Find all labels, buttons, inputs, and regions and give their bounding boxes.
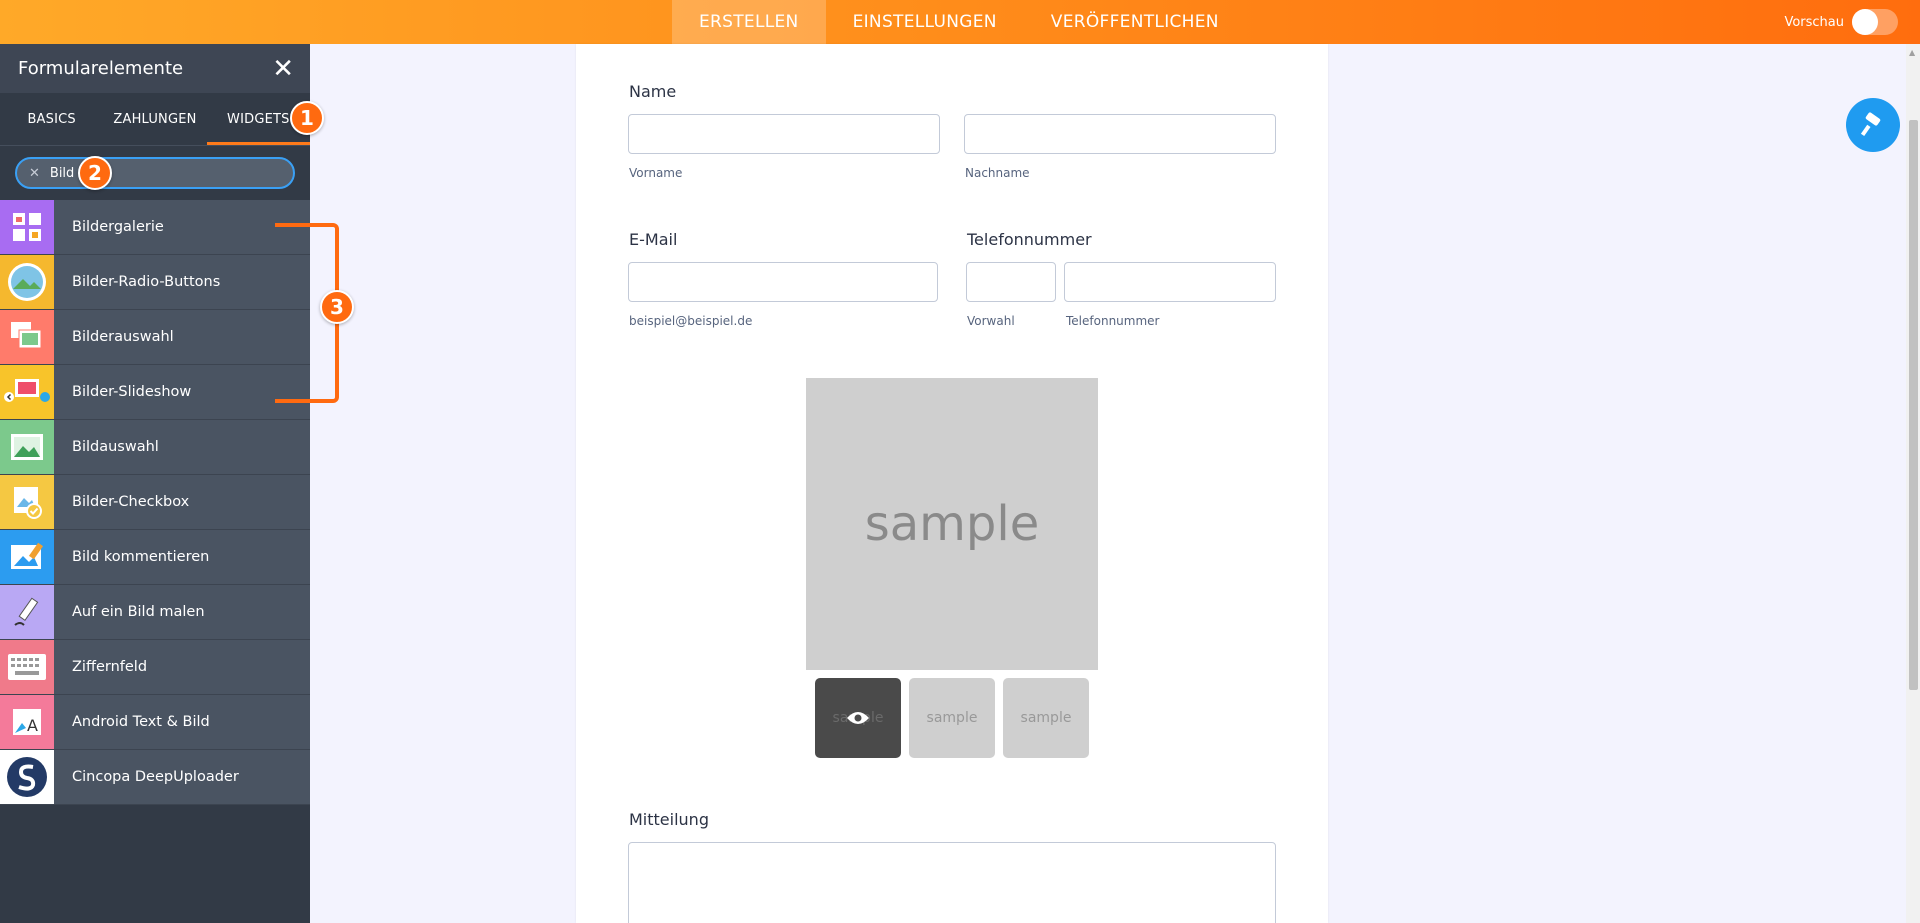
form-elements-sidebar: Formularelemente ✕ BASICS ZAHLUNGEN WIDG… [0, 44, 310, 923]
preview-control: Vorschau [1784, 0, 1898, 44]
annotation-badge-2: 2 [78, 156, 112, 190]
eye-icon [847, 712, 869, 724]
image-checkbox-icon [0, 475, 54, 529]
image-gallery-icon [0, 200, 54, 254]
list-item-label: Bilder-Checkbox [72, 494, 190, 510]
list-item-bildergalerie[interactable]: Bildergalerie [0, 200, 310, 255]
gallery-thumb-3[interactable]: sample [1003, 678, 1089, 758]
toggle-knob [1852, 9, 1878, 35]
list-item-bilder-checkbox[interactable]: Bilder-Checkbox [0, 475, 310, 530]
first-name-sublabel: Vorname [629, 166, 683, 180]
gallery-thumb-1[interactable]: sample [815, 678, 901, 758]
form-canvas: Name Vorname Nachname E-Mail beispiel@be… [576, 44, 1328, 923]
message-textarea[interactable] [628, 842, 1276, 923]
annotation-badge-1: 1 [290, 101, 324, 135]
list-item-android-text-bild[interactable]: A Android Text & Bild [0, 695, 310, 750]
list-item-bilder-radio-buttons[interactable]: Bilder-Radio-Buttons [0, 255, 310, 310]
image-slideshow-icon [0, 365, 54, 419]
list-item-label: Auf ein Bild malen [72, 604, 205, 620]
annotate-image-icon [0, 530, 54, 584]
list-item-label: Android Text & Bild [72, 714, 210, 730]
email-label: E-Mail [629, 230, 678, 249]
keypad-icon [0, 640, 54, 694]
list-item-cincopa-deepuploader[interactable]: Cincopa DeepUploader [0, 750, 310, 805]
widget-list: Bildergalerie Bilder-Radio-Buttons Bilde… [0, 200, 310, 805]
form-designer-button[interactable] [1846, 98, 1900, 152]
phone-label: Telefonnummer [967, 230, 1092, 249]
thumb-text: sample [1020, 710, 1072, 726]
tab-zahlungen[interactable]: ZAHLUNGEN [103, 93, 206, 145]
draw-on-image-icon [0, 585, 54, 639]
svg-text:A: A [27, 716, 38, 735]
sidebar-header: Formularelemente ✕ [0, 44, 310, 93]
email-sublabel: beispiel@beispiel.de [629, 314, 753, 328]
android-text-image-icon: A [0, 695, 54, 749]
clear-search-icon[interactable]: ✕ [29, 166, 40, 181]
thumb-text: sample [926, 710, 978, 726]
sidebar-tabs: BASICS ZAHLUNGEN WIDGETS [0, 93, 310, 146]
list-item-bilderauswahl[interactable]: Bilderauswahl [0, 310, 310, 365]
tab-basics[interactable]: BASICS [0, 93, 103, 145]
list-item-label: Cincopa DeepUploader [72, 769, 239, 785]
search-box: ✕ [15, 157, 295, 189]
tab-erstellen[interactable]: ERSTELLEN [672, 0, 826, 44]
image-choice-icon [0, 310, 54, 364]
list-item-bildauswahl[interactable]: Bildauswahl [0, 420, 310, 475]
tab-veroeffentlichen[interactable]: VERÖFFENTLICHEN [1024, 0, 1246, 44]
sidebar-title: Formularelemente [18, 58, 184, 79]
first-name-input[interactable] [628, 114, 940, 154]
list-item-bild-kommentieren[interactable]: Bild kommentieren [0, 530, 310, 585]
tab-einstellungen[interactable]: EINSTELLUNGEN [826, 0, 1024, 44]
image-picker-icon [0, 420, 54, 474]
area-code-input[interactable] [966, 262, 1056, 302]
last-name-input[interactable] [964, 114, 1276, 154]
list-item-label: Bildauswahl [72, 439, 159, 455]
phone-number-input[interactable] [1064, 262, 1276, 302]
list-item-label: Bilderauswahl [72, 329, 174, 345]
annotation-badge-3: 3 [320, 290, 354, 324]
email-input[interactable] [628, 262, 938, 302]
phone-number-sublabel: Telefonnummer [1066, 314, 1160, 328]
list-item-label: Bildergalerie [72, 219, 164, 235]
last-name-sublabel: Nachname [965, 166, 1030, 180]
top-bar: ERSTELLEN EINSTELLUNGEN VERÖFFENTLICHEN … [0, 0, 1920, 44]
cincopa-logo-icon [0, 750, 54, 804]
list-item-label: Bilder-Slideshow [72, 384, 192, 400]
gallery-main-text: sample [864, 496, 1040, 552]
sidebar-search: ✕ [0, 146, 310, 200]
paint-roller-icon [1860, 112, 1881, 137]
top-navigation: ERSTELLEN EINSTELLUNGEN VERÖFFENTLICHEN [672, 0, 1246, 44]
image-radio-icon [0, 255, 54, 309]
gallery-main-image[interactable]: sample [806, 378, 1098, 670]
scrollbar-thumb[interactable] [1909, 120, 1918, 690]
scroll-up-icon[interactable]: ▲ [1909, 48, 1915, 57]
message-label: Mitteilung [629, 810, 709, 829]
name-label: Name [629, 82, 677, 101]
list-item-label: Bild kommentieren [72, 549, 210, 565]
list-item-label: Bilder-Radio-Buttons [72, 274, 221, 290]
area-code-sublabel: Vorwahl [967, 314, 1015, 328]
list-item-label: Ziffernfeld [72, 659, 148, 675]
list-item-bilder-slideshow[interactable]: Bilder-Slideshow [0, 365, 310, 420]
preview-label: Vorschau [1784, 14, 1844, 30]
list-item-auf-ein-bild-malen[interactable]: Auf ein Bild malen [0, 585, 310, 640]
list-item-ziffernfeld[interactable]: Ziffernfeld [0, 640, 310, 695]
close-icon[interactable]: ✕ [272, 56, 294, 82]
preview-toggle[interactable] [1852, 9, 1898, 35]
gallery-thumb-2[interactable]: sample [909, 678, 995, 758]
